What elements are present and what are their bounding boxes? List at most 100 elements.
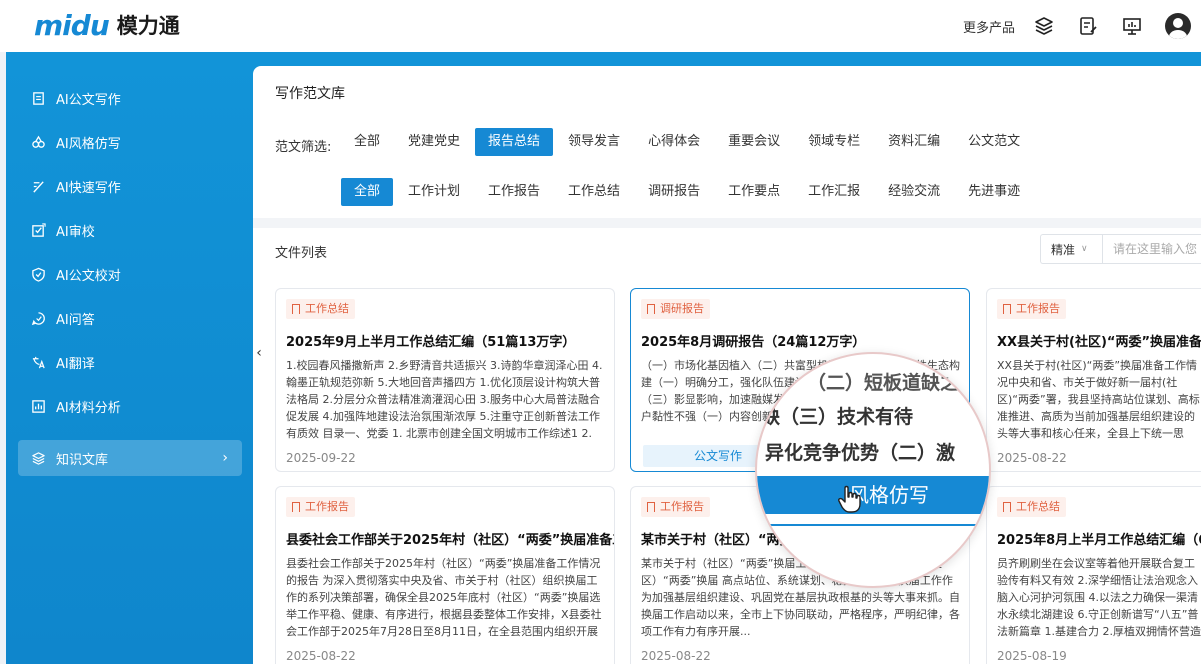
card-title: 2025年8月调研报告（24篇12万字） bbox=[641, 335, 866, 350]
document-card[interactable]: 工作总结 2025年8月上半月工作总结汇编（63篇 员齐刷刷坐在会议室等着他开展… bbox=[986, 486, 1201, 664]
tab-category-important-meetings[interactable]: 重要会议 bbox=[715, 128, 793, 156]
card-excerpt: 员齐刷刷坐在会议室等着他开展联合复工验传有料又有效 2.深学细悟让法治观念入脑入… bbox=[997, 557, 1201, 638]
tab-subcategory-work-report[interactable]: 工作报告 bbox=[475, 178, 553, 206]
analysis-icon bbox=[30, 398, 46, 414]
sidebar-item-label: AI审校 bbox=[56, 224, 95, 240]
card-tag: 工作报告 bbox=[641, 497, 710, 517]
card-date: 2025-08-22 bbox=[641, 649, 711, 663]
search-mode-select[interactable]: 精准 ∨ bbox=[1041, 235, 1103, 263]
card-tag-label: 工作总结 bbox=[305, 302, 349, 315]
magnified-text-line: （二）短板道缺之， bbox=[807, 372, 979, 394]
user-avatar-icon[interactable] bbox=[1165, 13, 1191, 39]
card-tag: 工作总结 bbox=[997, 497, 1066, 517]
sidebar-item-label: AI翻译 bbox=[56, 356, 95, 372]
tab-subcategory-advanced-deeds[interactable]: 先进事迹 bbox=[955, 178, 1033, 206]
logo[interactable]: midu 模力通 bbox=[34, 8, 180, 42]
document-card[interactable]: 工作总结 2025年9月上半月工作总结汇编（51篇13万字） 1.校园春风播撒新… bbox=[275, 288, 615, 472]
tab-subcategory-work-briefing[interactable]: 工作汇报 bbox=[795, 178, 873, 206]
card-excerpt: 县委社会工作部关于2025年村（社区）“两委”换届准备工作情况的报告 为深入贯彻… bbox=[286, 557, 602, 638]
card-title: 2025年8月上半月工作总结汇编（63篇 bbox=[997, 533, 1201, 548]
sidebar-item-label: AI风格仿写 bbox=[56, 136, 121, 152]
sidebar-item-ai-quick-writing[interactable]: AI快速写作 bbox=[18, 168, 242, 204]
sidebar-item-label: AI公文校对 bbox=[56, 268, 121, 284]
document-card[interactable]: 工作报告 XX县关于村(社区)“两委”换届准备工作 XX县关于村(社区)“两委”… bbox=[986, 288, 1201, 472]
layers-icon[interactable] bbox=[1033, 15, 1055, 37]
magnified-divider bbox=[757, 524, 989, 526]
card-tag-label: 工作报告 bbox=[1016, 302, 1060, 315]
proofread-icon bbox=[30, 222, 46, 238]
chat-icon bbox=[30, 310, 46, 326]
layers-icon bbox=[30, 450, 46, 466]
bookmark-icon bbox=[647, 304, 655, 314]
card-date: 2025-08-22 bbox=[997, 451, 1067, 465]
card-title: 2025年9月上半月工作总结汇编（51篇13万字） bbox=[286, 335, 576, 350]
tab-subcategory-work-plan[interactable]: 工作计划 bbox=[395, 178, 473, 206]
search-bar: 精准 ∨ bbox=[1040, 234, 1201, 264]
tab-category-all[interactable]: 全部 bbox=[341, 128, 393, 156]
sidebar-item-label: AI公文写作 bbox=[56, 92, 121, 108]
edit-document-icon[interactable] bbox=[1077, 15, 1099, 37]
card-date: 2025-08-22 bbox=[286, 649, 356, 663]
magnified-text-line: 缺（三）技术有待 bbox=[761, 406, 914, 428]
tab-category-material-compilation[interactable]: 资料汇编 bbox=[875, 128, 953, 156]
card-tag-label: 工作报告 bbox=[305, 500, 349, 513]
card-title: 县委社会工作部关于2025年村（社区）“两委”换届准备工 bbox=[286, 533, 615, 548]
logo-chinese-name: 模力通 bbox=[116, 14, 180, 38]
card-date: 2025-08-19 bbox=[997, 649, 1067, 663]
sidebar-item-ai-document-proofreading[interactable]: AI公文校对 bbox=[18, 256, 242, 292]
tab-category-domain-column[interactable]: 领域专栏 bbox=[795, 128, 873, 156]
card-tag: 调研报告 bbox=[641, 299, 710, 319]
style-icon bbox=[30, 134, 46, 150]
tab-subcategory-research-report[interactable]: 调研报告 bbox=[635, 178, 713, 206]
collapse-sidebar-button[interactable]: ‹ bbox=[253, 333, 265, 373]
card-tag: 工作报告 bbox=[286, 497, 355, 517]
card-tag: 工作报告 bbox=[997, 299, 1066, 319]
page-title: 写作范文库 bbox=[275, 86, 345, 102]
card-date: 2025-09-22 bbox=[286, 451, 356, 465]
category-tabs: 全部 党建党史 报告总结 领导发言 心得体会 重要会议 领域专栏 资料汇编 公文… bbox=[341, 128, 1035, 156]
magnifier-overlay: （二）短板道缺之， 缺（三）技术有待 异化竞争优势（二）激 风格仿写 bbox=[755, 352, 991, 588]
card-title: XX县关于村(社区)“两委”换届准备工作 bbox=[997, 335, 1201, 350]
chevron-down-icon: ∨ bbox=[1081, 244, 1088, 254]
sidebar-item-ai-translation[interactable]: AI翻译 bbox=[18, 344, 242, 380]
section-divider bbox=[253, 218, 1201, 228]
bookmark-icon bbox=[647, 502, 655, 512]
sidebar-item-ai-document-writing[interactable]: AI公文写作 bbox=[18, 80, 242, 116]
top-right-toolbar: 更多产品 bbox=[963, 0, 1201, 52]
document-icon bbox=[30, 90, 46, 106]
tab-subcategory-work-summary[interactable]: 工作总结 bbox=[555, 178, 633, 206]
tab-category-leader-speech[interactable]: 领导发言 bbox=[555, 128, 633, 156]
shield-check-icon bbox=[30, 266, 46, 282]
presentation-chart-icon[interactable] bbox=[1121, 15, 1143, 37]
tab-subcategory-work-points[interactable]: 工作要点 bbox=[715, 178, 793, 206]
tab-category-reflections[interactable]: 心得体会 bbox=[635, 128, 713, 156]
sidebar-item-knowledge-library[interactable]: 知识文库 › bbox=[18, 440, 242, 476]
card-tag-label: 工作报告 bbox=[660, 500, 704, 513]
sidebar: AI公文写作 AI风格仿写 AI快速写作 AI审校 AI公文校对 AI问答 AI… bbox=[6, 66, 252, 664]
more-products-link[interactable]: 更多产品 bbox=[963, 17, 1015, 36]
tab-category-party-history[interactable]: 党建党史 bbox=[395, 128, 473, 156]
tab-category-report-summary[interactable]: 报告总结 bbox=[475, 128, 554, 156]
sidebar-item-ai-qa[interactable]: AI问答 bbox=[18, 300, 242, 336]
sidebar-item-ai-review[interactable]: AI审校 bbox=[18, 212, 242, 248]
tab-category-official-documents[interactable]: 公文范文 bbox=[955, 128, 1033, 156]
document-card[interactable]: 工作报告 县委社会工作部关于2025年村（社区）“两委”换届准备工 县委社会工作… bbox=[275, 486, 615, 664]
style-imitation-button[interactable]: 风格仿写 bbox=[757, 476, 989, 514]
sidebar-item-ai-material-analysis[interactable]: AI材料分析 bbox=[18, 388, 242, 424]
magnified-text-line: 异化竞争优势（二）激 bbox=[765, 442, 956, 464]
filter-label: 范文筛选: bbox=[275, 140, 332, 155]
tab-subcategory-experience-sharing[interactable]: 经验交流 bbox=[875, 178, 953, 206]
translate-icon bbox=[30, 354, 46, 370]
card-tag: 工作总结 bbox=[286, 299, 355, 319]
search-mode-value: 精准 bbox=[1051, 242, 1076, 257]
sidebar-item-label: AI材料分析 bbox=[56, 400, 121, 416]
hand-cursor-icon bbox=[838, 485, 861, 513]
sidebar-item-ai-style-imitation[interactable]: AI风格仿写 bbox=[18, 124, 242, 160]
card-tag-label: 工作总结 bbox=[1016, 500, 1060, 513]
search-input[interactable] bbox=[1103, 242, 1199, 256]
subcategory-tabs: 全部 工作计划 工作报告 工作总结 调研报告 工作要点 工作汇报 经验交流 先进… bbox=[341, 178, 1035, 206]
tab-subcategory-all[interactable]: 全部 bbox=[341, 178, 394, 206]
chevron-right-icon: › bbox=[222, 450, 228, 466]
logo-wordmark: midu bbox=[34, 8, 110, 42]
sidebar-item-label: 知识文库 bbox=[56, 452, 109, 468]
